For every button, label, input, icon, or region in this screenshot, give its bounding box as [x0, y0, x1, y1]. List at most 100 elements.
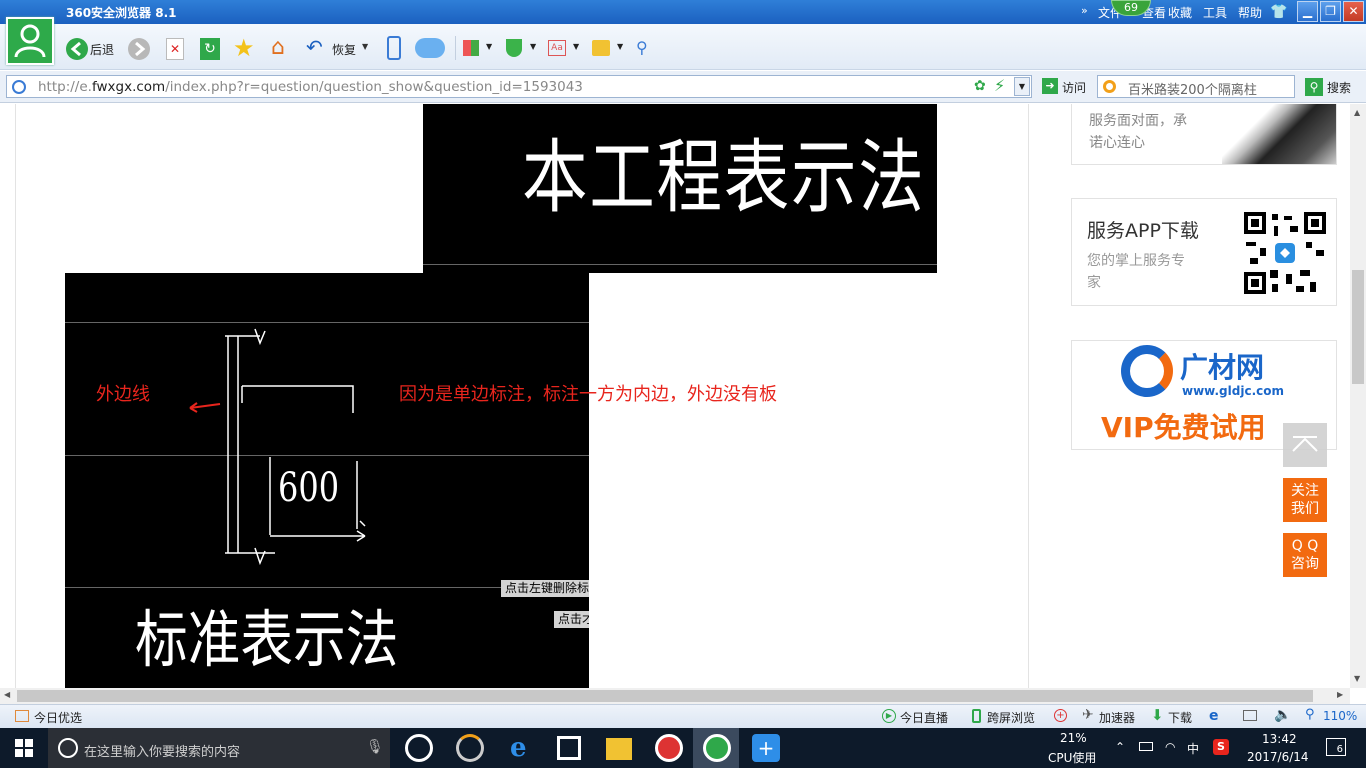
medical-icon[interactable]: +	[1054, 709, 1067, 722]
chevron-down-icon[interactable]: ▼	[486, 42, 492, 51]
qq-consult-button[interactable]: Q Q 咨询	[1283, 533, 1327, 577]
zoom-level[interactable]: 110%	[1323, 709, 1357, 723]
scroll-left-icon[interactable]: ◀	[4, 690, 10, 699]
stop-icon[interactable]: ✕	[166, 38, 184, 60]
download-button[interactable]: 下载	[1168, 709, 1192, 726]
skin-icon[interactable]: 👕	[1270, 4, 1290, 20]
vertical-scroll-thumb[interactable]	[1352, 270, 1364, 384]
ime-indicator[interactable]: 中	[1187, 740, 1199, 757]
menu-help[interactable]: 帮助	[1238, 4, 1262, 21]
battery-icon[interactable]	[1139, 742, 1153, 751]
taskbar-search-placeholder[interactable]: 在这里输入你要搜索的内容	[84, 741, 240, 760]
cloud-icon[interactable]	[415, 38, 445, 58]
user-avatar-button[interactable]	[6, 17, 54, 65]
url-text[interactable]: http://e.fwxgx.com/index.php?r=question/…	[38, 79, 583, 95]
microphone-icon[interactable]: 🎙	[366, 739, 384, 755]
content-border-right	[1028, 104, 1029, 688]
chevron-down-icon[interactable]: ▼	[617, 42, 623, 51]
shield-icon[interactable]	[506, 39, 522, 57]
back-button[interactable]: 后退	[90, 41, 114, 58]
app-download-subtitle: 您的掌上服务专	[1087, 253, 1185, 269]
edge-icon[interactable]: e	[510, 733, 527, 763]
back-to-top-button[interactable]	[1283, 423, 1327, 467]
search-button[interactable]: 搜索	[1327, 79, 1351, 96]
chevron-down-icon[interactable]: ▼	[573, 42, 579, 51]
chevron-down-icon[interactable]: ▼	[530, 42, 536, 51]
horizontal-scroll-thumb[interactable]	[17, 690, 1313, 702]
undo-icon[interactable]: ↶	[306, 34, 323, 60]
app-download-subtitle: 家	[1087, 275, 1101, 291]
chevron-down-icon[interactable]: ▼	[362, 42, 368, 51]
chevron-up-icon[interactable]: ⌃	[1115, 740, 1125, 754]
search-query[interactable]: 百米路装200个隔离柱	[1128, 79, 1257, 98]
vertical-scrollbar[interactable]	[1350, 104, 1366, 688]
cross-screen-link[interactable]: 跨屏浏览	[987, 709, 1035, 726]
ad-url: www.gldjc.com	[1182, 384, 1284, 398]
site-info-icon[interactable]	[12, 80, 26, 94]
browser360-icon[interactable]	[456, 734, 484, 762]
apps-icon[interactable]	[463, 40, 479, 56]
security-check-icon[interactable]: ✿	[974, 78, 986, 94]
windows-start-icon[interactable]	[15, 739, 33, 757]
zoom-search-icon[interactable]: ⚲	[636, 38, 648, 57]
wifi-icon[interactable]: ◠	[1165, 740, 1175, 754]
qr-code-icon[interactable]	[1244, 212, 1326, 294]
menu-tools[interactable]: 工具	[1203, 4, 1227, 21]
clock-date[interactable]: 2017/6/14	[1247, 750, 1309, 764]
content-border-left	[15, 104, 16, 688]
handshake-image	[1222, 104, 1336, 164]
search-engine-icon[interactable]	[1103, 80, 1116, 93]
forward-arrow-icon[interactable]	[128, 38, 150, 60]
visit-button[interactable]: 访问	[1062, 79, 1086, 96]
title-spacer	[62, 3, 65, 6]
browser360-active-icon[interactable]	[703, 734, 731, 762]
menu-favorites[interactable]: 收藏	[1168, 4, 1192, 21]
scroll-down-icon[interactable]: ▼	[1354, 674, 1360, 683]
screenshot-icon[interactable]	[592, 40, 610, 56]
today-picks-link[interactable]: 今日优选	[34, 709, 82, 726]
translate-icon[interactable]: Aa	[548, 40, 566, 56]
scroll-up-icon[interactable]: ▲	[1354, 108, 1360, 117]
task-view-icon[interactable]	[405, 734, 433, 762]
speed-mode-icon[interactable]: ⚡	[994, 76, 1005, 95]
more-menu-icon[interactable]: »	[1081, 4, 1088, 17]
back-arrow-icon[interactable]	[66, 38, 88, 60]
cad-line	[423, 264, 937, 265]
go-arrow-icon[interactable]: ➜	[1042, 78, 1058, 94]
restore-tab-button[interactable]: 恢复	[332, 41, 356, 58]
ie-icon[interactable]: e	[1209, 708, 1219, 724]
clock-time[interactable]: 13:42	[1262, 732, 1297, 746]
app-red-icon[interactable]	[655, 734, 683, 762]
toolbar-divider	[455, 36, 456, 60]
annotation-note: 因为是单边标注，标注一方为内边，外边没有板	[399, 384, 777, 405]
favorite-star-icon[interactable]: ★	[233, 35, 255, 61]
url-dropdown-icon[interactable]: ▼	[1014, 77, 1030, 96]
notification-center-icon[interactable]: 6	[1326, 738, 1346, 756]
gift-icon	[15, 710, 29, 722]
phone-icon[interactable]	[387, 36, 401, 60]
window-controls: ▁ ❐ ✕	[1297, 1, 1364, 22]
accelerator-button[interactable]: 加速器	[1099, 709, 1135, 726]
refresh-icon[interactable]: ↻	[200, 38, 220, 60]
annotation-outer-line: 外边线	[96, 384, 150, 405]
close-button[interactable]: ✕	[1343, 1, 1364, 22]
restore-button[interactable]: ❐	[1320, 1, 1341, 22]
cad-bottom-label: 标准表示法	[135, 603, 399, 676]
today-live-link[interactable]: 今日直播	[900, 709, 948, 726]
scroll-right-icon[interactable]: ▶	[1337, 690, 1343, 699]
phone-icon	[972, 709, 981, 723]
follow-us-button[interactable]: 关注 我们	[1283, 478, 1327, 522]
overlay-tooltip: 点击才	[554, 611, 589, 628]
plus-app-icon[interactable]: +	[752, 734, 780, 762]
app-download-title: 服务APP下载	[1087, 220, 1199, 242]
volume-icon[interactable]: 🔈	[1274, 707, 1291, 723]
store-icon[interactable]	[557, 736, 581, 760]
window-icon[interactable]	[1243, 710, 1257, 721]
play-icon: ▶	[882, 709, 896, 723]
sogou-icon[interactable]: S	[1213, 739, 1229, 755]
search-icon[interactable]: ⚲	[1305, 78, 1323, 96]
minimize-button[interactable]: ▁	[1297, 1, 1318, 22]
file-explorer-icon[interactable]	[606, 738, 632, 760]
home-icon[interactable]: ⌂	[271, 35, 285, 61]
cpu-percent[interactable]: 21%	[1060, 731, 1087, 745]
